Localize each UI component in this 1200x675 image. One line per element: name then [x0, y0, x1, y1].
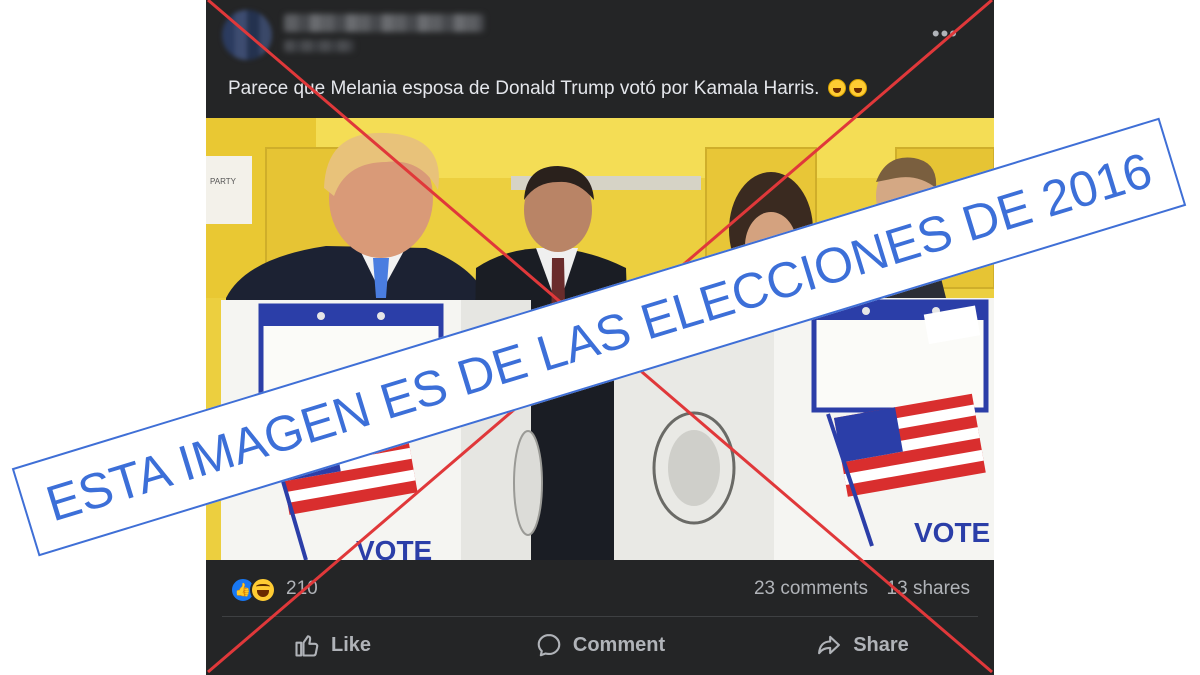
share-button[interactable]: Share: [736, 620, 988, 670]
divider: [222, 616, 978, 617]
share-icon: [818, 635, 841, 655]
post-header: •••: [206, 0, 994, 70]
comment-button[interactable]: Comment: [474, 620, 726, 670]
like-label: Like: [330, 633, 372, 656]
post-actions: Like Comment Share: [206, 620, 994, 670]
haha-reaction-icon[interactable]: [250, 577, 276, 603]
comment-icon: [537, 634, 561, 657]
comment-label: Comment: [572, 633, 666, 656]
reaction-count[interactable]: 210: [286, 578, 318, 600]
laughing-emoji-icon: [827, 79, 846, 97]
booth-label-right: VOTE: [914, 517, 990, 548]
shares-count[interactable]: 13 shares: [887, 578, 970, 600]
thumbs-up-icon: [295, 635, 319, 657]
post-date-blurred[interactable]: [284, 40, 354, 52]
avatar[interactable]: [222, 10, 272, 60]
booth-label-left: VOTE: [356, 535, 432, 560]
more-horizontal-icon[interactable]: •••: [932, 23, 958, 45]
post-text-content: Parece que Melania esposa de Donald Trum…: [228, 78, 825, 99]
post-stats: 👍 210 23 comments 13 shares: [206, 566, 994, 612]
share-label: Share: [853, 633, 909, 656]
laughing-emoji-icon: [848, 79, 867, 97]
comments-count[interactable]: 23 comments: [754, 578, 868, 600]
sign-text: PARTY: [210, 177, 237, 186]
post-text: Parece que Melania esposa de Donald Trum…: [228, 78, 867, 100]
author-name-blurred[interactable]: [284, 14, 484, 32]
like-button[interactable]: Like: [206, 620, 458, 670]
